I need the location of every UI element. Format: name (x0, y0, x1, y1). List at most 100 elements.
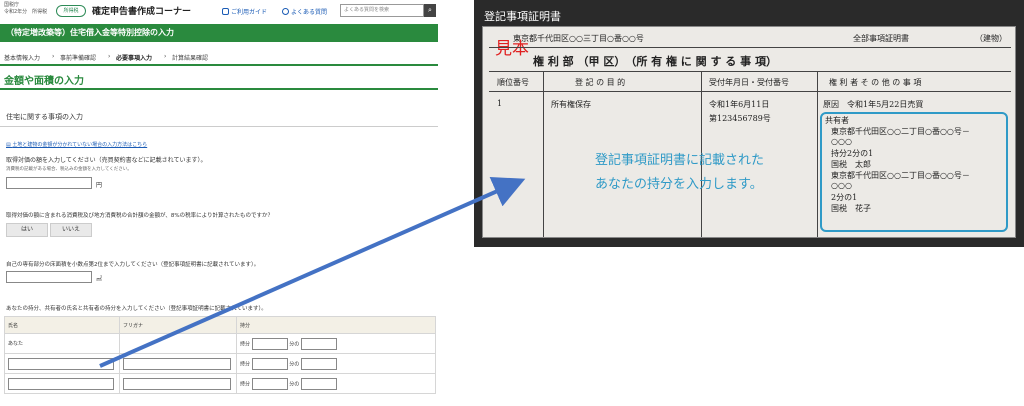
yen-unit: 円 (96, 182, 103, 189)
coowner-furigana-input[interactable] (123, 377, 231, 390)
acquisition-price-question: 取得対価の額を入力してください（売買契約書などに記載されています）。 (6, 157, 207, 164)
crumb-chevron-icon: › (52, 53, 55, 60)
sqm-unit: ㎡ (96, 276, 103, 283)
coowner-name-input[interactable] (8, 357, 114, 370)
table-row: 持分 分の (4, 353, 436, 374)
furigana-cell (119, 353, 237, 374)
search-icon: ⌕ (428, 6, 432, 14)
cert-purpose: 所有権保存 (551, 100, 591, 109)
crumb-required-input: 必要事項入力 (116, 55, 153, 62)
cert-doc-title: 全部事項証明書 (853, 34, 909, 43)
share-label: 持分 (240, 361, 251, 367)
owner-share-highlight (820, 112, 1008, 232)
caption-line-1: 登記事項証明書に記載された (595, 153, 765, 168)
share-denominator-input[interactable] (251, 357, 288, 370)
acquisition-price-note: 消費税の記載がある場合、税込みの金額を入力してください。 (6, 167, 132, 172)
cert-address: 東京都千代田区○○三丁目○番○○号 (513, 34, 644, 43)
table-row: あなた 持分 分の (4, 333, 436, 354)
certificate-image: 東京都千代田区○○三丁目○番○○号 全部事項証明書 （建物） 見本 権 利 部 … (482, 26, 1016, 238)
share-numerator-input[interactable] (300, 337, 337, 350)
rule (489, 47, 1011, 48)
cert-section-heading: 権 利 部 （甲 区） （所 有 権 に 関 す る 事 項） (533, 55, 777, 68)
search-input[interactable]: よくある質問を検索 (340, 4, 424, 17)
bun-no-label: 分の (289, 341, 300, 347)
col-furigana: フリガナ (119, 316, 237, 334)
yes-button[interactable]: はい (6, 223, 48, 237)
share-numerator-input[interactable] (300, 357, 337, 370)
tax-form-panel: 国税庁 令和2年分 所得税 所得税 確定申告書作成コーナー ご利用ガイド よくあ… (0, 0, 438, 406)
book-icon (222, 8, 229, 15)
acquisition-price-input[interactable] (6, 177, 92, 189)
rule (817, 71, 818, 237)
rule (543, 71, 544, 237)
co-owner-table: 氏名 フリガナ 持分 あなた 持分 分の 持分 分の 持分 分の (4, 316, 436, 394)
owner-self-label: あなた (4, 333, 120, 354)
floor-area-input[interactable] (6, 271, 92, 283)
floor-area-question: 自己の専有部分の床面積を小数点第2位まで入力してください（登記事項証明書に記載さ… (6, 262, 260, 268)
cert-receipt-no: 第123456789号 (709, 114, 771, 123)
faq-link[interactable]: よくある質問 (282, 7, 327, 16)
share-cell: 持分 分の (236, 353, 436, 374)
title-divider (0, 88, 438, 90)
cert-receipt-date: 令和1年6月11日 (709, 100, 770, 109)
col-receipt-header: 受付年月日・受付番号 (709, 78, 789, 87)
guide-link-label: ご利用ガイド (231, 9, 268, 16)
site-header: 国税庁 令和2年分 所得税 所得税 確定申告書作成コーナー ご利用ガイド よくあ… (0, 0, 438, 24)
cert-rank: 1 (497, 99, 503, 108)
share-label: 持分 (240, 341, 251, 347)
search-button[interactable]: ⌕ (424, 4, 436, 17)
certificate-panel-title: 登記事項証明書 (484, 10, 561, 23)
section-title: 住宅に関する事項の入力 (6, 113, 83, 121)
question-icon (282, 8, 289, 15)
cert-cause: 原因 令和1年5月22日売買 (823, 100, 924, 109)
bun-no-label: 分の (289, 381, 300, 387)
app-title: 確定申告書作成コーナー (92, 7, 192, 17)
crumb-prep-check: 事前準備確認 (60, 55, 97, 62)
rule (489, 71, 1011, 72)
tax-rate-question: 取得対価の額に含まれる消費税及び地方消費税の合計額の金額が、8%の税率により計算… (6, 213, 274, 219)
section-band: （特定増改築等）住宅借入金等特別控除の入力 (0, 24, 438, 42)
share-denominator-input[interactable] (251, 377, 288, 390)
tax-type-badge: 所得税 (56, 5, 86, 17)
coowner-furigana-input[interactable] (123, 357, 231, 370)
no-button[interactable]: いいえ (50, 223, 92, 237)
col-rank-header: 順位番号 (497, 78, 529, 87)
share-cell: 持分 分の (236, 333, 436, 354)
breadcrumb-divider (0, 64, 438, 66)
caption-line-2: あなたの持分を入力します。 (595, 177, 763, 192)
bun-no-label: 分の (289, 361, 300, 367)
breadcrumb: 基本情報入力 › 事前準備確認 › 必要事項入力 › 計算結果確認 (0, 48, 438, 64)
coowner-name-input[interactable] (8, 377, 114, 390)
era-info: 国税庁 令和2年分 所得税 (4, 2, 47, 16)
help-link[interactable]: ▤ 土地と建物の金額が分かれていない場合の入力方法はこちら (6, 141, 147, 148)
cert-doc-type: （建物） (975, 34, 1007, 43)
year-label: 令和2年分 所得税 (4, 9, 48, 15)
rule (489, 91, 1011, 92)
crumb-basic-info: 基本情報入力 (4, 55, 41, 62)
name-cell (4, 353, 120, 374)
col-name: 氏名 (4, 316, 120, 334)
crumb-chevron-icon: › (108, 53, 111, 60)
share-label: 持分 (240, 381, 251, 387)
share-denominator-input[interactable] (251, 337, 288, 350)
col-purpose-header: 登 記 の 目 的 (575, 78, 626, 87)
section-divider (0, 126, 438, 127)
empty-cell (119, 333, 237, 354)
name-cell (4, 373, 120, 394)
share-question: あなたの持分、共有者の氏名と共有者の持分を入力してください（登記事項証明書に記載… (6, 306, 267, 312)
col-share: 持分 (236, 316, 436, 334)
col-rights-header: 権 利 者 そ の 他 の 事 項 (829, 78, 922, 87)
share-cell: 持分 分の (236, 373, 436, 394)
crumb-chevron-icon: › (164, 53, 167, 60)
share-numerator-input[interactable] (300, 377, 337, 390)
furigana-cell (119, 373, 237, 394)
faq-link-label: よくある質問 (291, 9, 328, 16)
help-link-label: 土地と建物の金額が分かれていない場合の入力方法はこちら (12, 142, 148, 148)
agency-label: 国税庁 (4, 2, 20, 8)
crumb-result-check: 計算結果確認 (172, 55, 209, 62)
table-row: 持分 分の (4, 373, 436, 394)
guide-link[interactable]: ご利用ガイド (222, 7, 267, 16)
certificate-caption: 登記事項証明書に記載された あなたの持分を入力します。 (595, 149, 764, 197)
page-title: 金額や面積の入力 (4, 76, 84, 87)
certificate-panel: 登記事項証明書 東京都千代田区○○三丁目○番○○号 全部事項証明書 （建物） 見… (474, 0, 1024, 247)
